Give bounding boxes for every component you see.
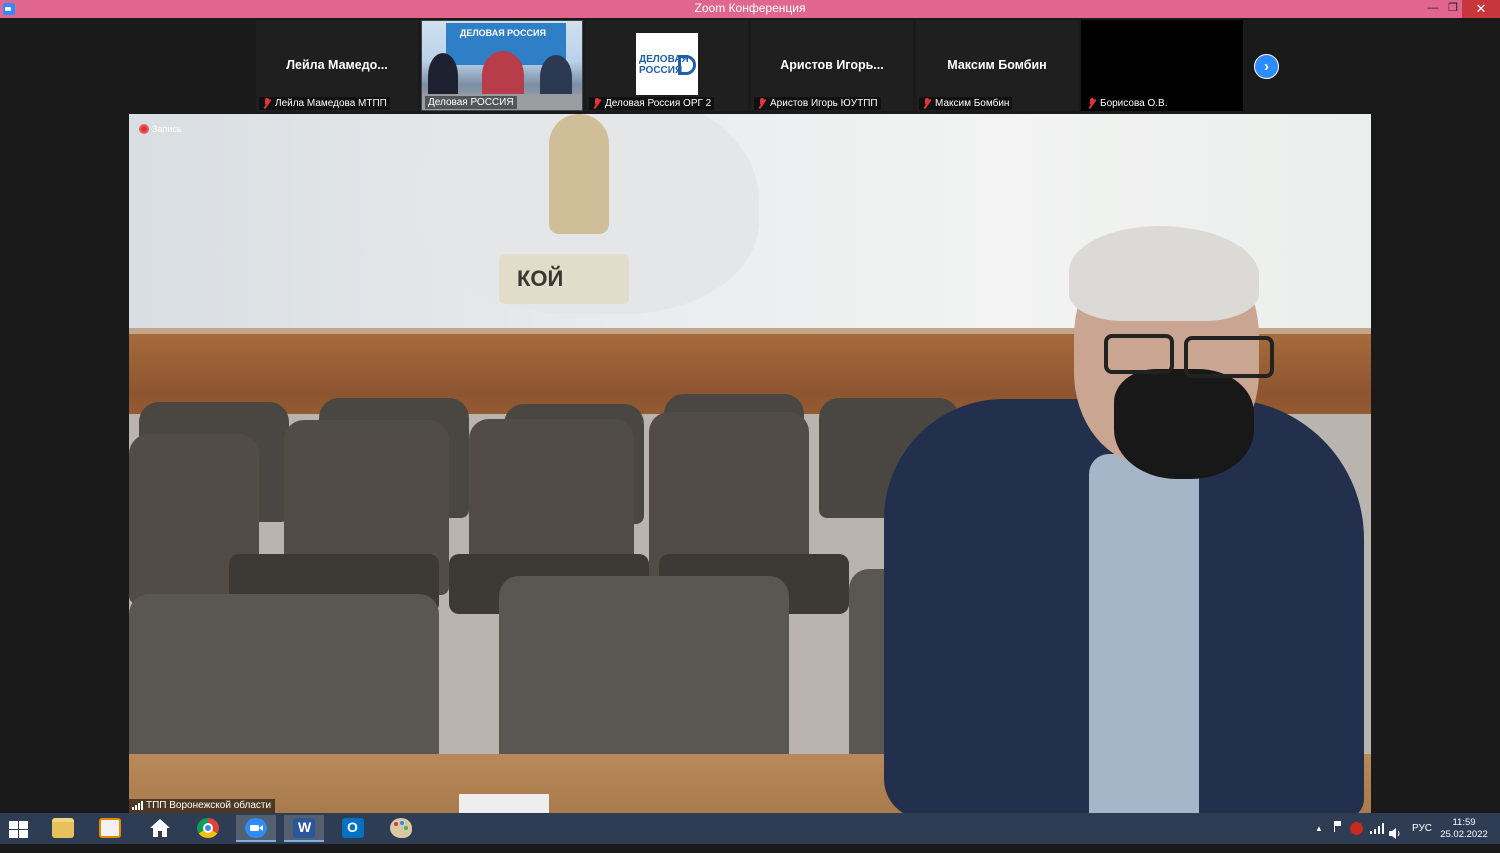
show-hidden-icons-button[interactable]: ▲ xyxy=(1315,813,1323,844)
delovaya-rossiya-logo: ДЕЛОВАЯ РОССИЯ xyxy=(636,33,698,95)
clock-time: 11:59 xyxy=(1452,817,1476,828)
person-figure xyxy=(428,53,458,99)
language-indicator[interactable]: РУС xyxy=(1412,813,1432,844)
mic-muted-icon xyxy=(1087,98,1097,109)
home-icon xyxy=(149,818,171,838)
participant-label: Деловая Россия ОРГ 2 xyxy=(589,97,715,110)
wall-emblem xyxy=(549,114,609,234)
taskbar-clock[interactable]: 11:59 25.02.2022 xyxy=(1440,817,1488,841)
logo-line-2: РОССИЯ xyxy=(639,65,683,76)
taskbar-zoom[interactable] xyxy=(236,815,276,842)
window-title: Zoom Конференция xyxy=(694,1,806,15)
paper xyxy=(459,794,549,813)
taskbar-file-explorer[interactable] xyxy=(43,815,83,842)
taskbar: W O ▲ РУС 11:59 25.02.2022 xyxy=(0,813,1500,844)
taskbar-media-player[interactable] xyxy=(90,815,130,842)
face-mask xyxy=(1114,369,1254,479)
title-bar: Zoom Конференция — ❐ ✕ xyxy=(0,0,1500,18)
glasses xyxy=(1104,334,1174,374)
participant-tile[interactable]: Аристов Игорь... Аристов Игорь ЮУТПП xyxy=(751,20,913,111)
chair xyxy=(499,576,789,776)
participant-tile[interactable]: ДЕЛОВАЯ РОССИЯ Деловая Россия ОРГ 2 xyxy=(586,20,748,111)
participant-label-text: Максим Бомбин xyxy=(935,98,1010,109)
media-player-icon xyxy=(99,818,121,838)
banner-text: ДЕЛОВАЯ РОССИЯ xyxy=(459,28,546,38)
recording-label: Запись xyxy=(152,124,182,134)
flag-icon[interactable] xyxy=(1332,821,1342,833)
zoom-icon xyxy=(245,818,267,838)
speaker-name-label: ТПП Воронежской области xyxy=(129,799,276,813)
windows-logo-icon xyxy=(9,821,29,839)
speaker-name-text: ТПП Воронежской области xyxy=(146,800,272,811)
participant-tile[interactable]: ДЕЛОВАЯ РОССИЯ Деловая РОССИЯ xyxy=(421,20,583,111)
participant-label-text: Лейла Мамедова МТПП xyxy=(275,98,387,109)
participant-name: Лейла Мамедо... xyxy=(286,58,388,72)
speaker-hair xyxy=(1069,226,1259,321)
taskbar-word[interactable]: W xyxy=(284,815,324,842)
clock-date: 25.02.2022 xyxy=(1440,829,1488,840)
outlook-icon: O xyxy=(342,818,364,838)
participant-tile[interactable]: Максим Бомбин Максим Бомбин xyxy=(916,20,1078,111)
antivirus-icon[interactable] xyxy=(1350,822,1363,835)
participant-name: Аристов Игорь... xyxy=(780,58,884,72)
participant-tile[interactable]: Лейла Мамедо... Лейла Мамедова МТПП xyxy=(256,20,418,111)
network-icon[interactable] xyxy=(1370,823,1384,834)
participant-label: Максим Бомбин xyxy=(919,97,1013,110)
close-button[interactable]: ✕ xyxy=(1462,0,1500,18)
participant-label-text: Борисова О.В. xyxy=(1100,98,1168,109)
person-figure xyxy=(482,51,524,99)
mic-muted-icon xyxy=(592,98,602,109)
person-figure xyxy=(540,55,572,99)
taskbar-home[interactable] xyxy=(140,815,180,842)
volume-icon[interactable] xyxy=(1388,822,1402,839)
glasses xyxy=(1184,336,1274,378)
record-icon xyxy=(139,124,149,134)
mic-muted-icon xyxy=(922,98,932,109)
paint-palette-icon xyxy=(390,818,412,838)
participant-tile[interactable]: Борисова О.В. xyxy=(1081,20,1243,111)
next-page-button[interactable]: › xyxy=(1254,54,1279,79)
folder-icon xyxy=(52,818,74,838)
recording-indicator: Запись xyxy=(139,124,182,134)
signal-strength-icon xyxy=(132,801,144,810)
taskbar-chrome[interactable] xyxy=(188,815,228,842)
participant-name: Максим Бомбин xyxy=(947,58,1047,72)
active-speaker-video: КОЙ Запись ТПП Воронежской области xyxy=(129,114,1371,813)
participant-strip: Лейла Мамедо... Лейла Мамедова МТПП ДЕЛО… xyxy=(0,18,1500,114)
participant-label: Лейла Мамедова МТПП xyxy=(259,97,390,110)
participant-label: Деловая РОССИЯ xyxy=(425,96,517,109)
word-icon: W xyxy=(293,818,315,838)
mic-muted-icon xyxy=(757,98,767,109)
participant-label-text: Деловая РОССИЯ xyxy=(428,97,514,108)
participant-label-text: Аристов Игорь ЮУТПП xyxy=(770,98,878,109)
start-button[interactable] xyxy=(0,815,40,842)
speaker-shirt xyxy=(1089,454,1199,813)
participant-label: Аристов Игорь ЮУТПП xyxy=(754,97,881,110)
taskbar-outlook[interactable]: O xyxy=(333,815,373,842)
taskbar-paint[interactable] xyxy=(381,815,421,842)
mic-muted-icon xyxy=(262,98,272,109)
logo-d-mark xyxy=(678,55,696,75)
chrome-icon xyxy=(197,818,219,838)
wall-text: КОЙ xyxy=(517,266,564,291)
participant-label-text: Деловая Россия ОРГ 2 xyxy=(605,98,712,109)
participant-label: Борисова О.В. xyxy=(1084,97,1171,110)
